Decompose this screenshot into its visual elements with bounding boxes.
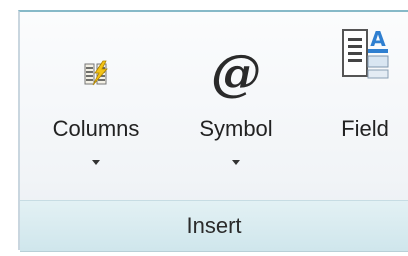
panel-title: Insert	[186, 213, 242, 238]
columns-label: Columns	[52, 116, 140, 141]
insert-ribbon-panel: Columns @ Symbol A Field Insert	[18, 10, 408, 252]
panel-title-bar: Insert	[20, 200, 408, 252]
columns-button[interactable]: Columns	[34, 12, 158, 198]
symbol-label: Symbol	[199, 116, 273, 141]
columns-dropdown-arrow-icon[interactable]	[92, 160, 100, 165]
columns-icon	[81, 60, 111, 91]
field-icon: A	[339, 26, 391, 93]
svg-text:A: A	[370, 27, 386, 51]
symbol-button[interactable]: @ Symbol	[180, 12, 292, 198]
symbol-icon: @	[211, 43, 261, 102]
symbol-dropdown-arrow-icon[interactable]	[232, 160, 240, 165]
field-button[interactable]: A Field	[320, 12, 408, 198]
field-label: Field	[341, 116, 389, 141]
